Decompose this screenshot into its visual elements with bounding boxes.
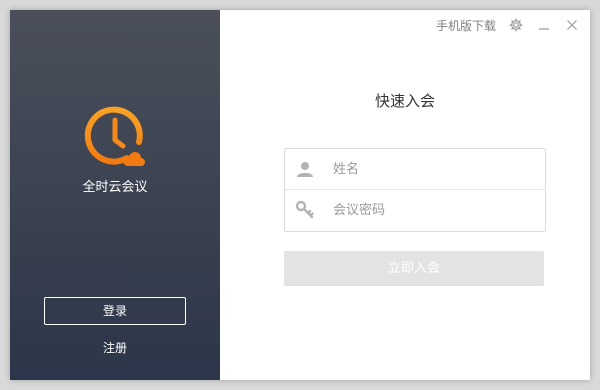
meeting-password-input[interactable] bbox=[331, 201, 535, 219]
page-title: 快速入会 bbox=[374, 92, 435, 110]
gear-icon[interactable] bbox=[508, 17, 524, 33]
password-field-row bbox=[285, 189, 545, 230]
app-window: 全时云会议 登录 注册 手机版下载 快速入会 姓名 立即入会 bbox=[10, 10, 590, 380]
sidebar: 全时云会议 登录 注册 bbox=[10, 10, 220, 380]
join-meeting-button[interactable]: 立即入会 bbox=[284, 251, 544, 286]
window-toolbar: 手机版下载 bbox=[436, 10, 590, 40]
login-button[interactable]: 登录 bbox=[44, 297, 186, 325]
clock-cloud-logo-icon bbox=[83, 106, 147, 170]
user-icon bbox=[295, 159, 315, 179]
mobile-download-link[interactable]: 手机版下载 bbox=[436, 17, 496, 34]
minimize-icon[interactable] bbox=[536, 17, 552, 33]
register-link[interactable]: 注册 bbox=[10, 339, 220, 356]
name-field-row bbox=[285, 149, 545, 189]
app-name: 全时云会议 bbox=[82, 180, 148, 195]
key-icon bbox=[295, 200, 315, 220]
name-input[interactable] bbox=[331, 160, 535, 178]
close-icon[interactable] bbox=[564, 17, 580, 33]
join-form bbox=[284, 148, 546, 232]
main-panel: 手机版下载 快速入会 姓名 立即入会 bbox=[220, 10, 590, 380]
